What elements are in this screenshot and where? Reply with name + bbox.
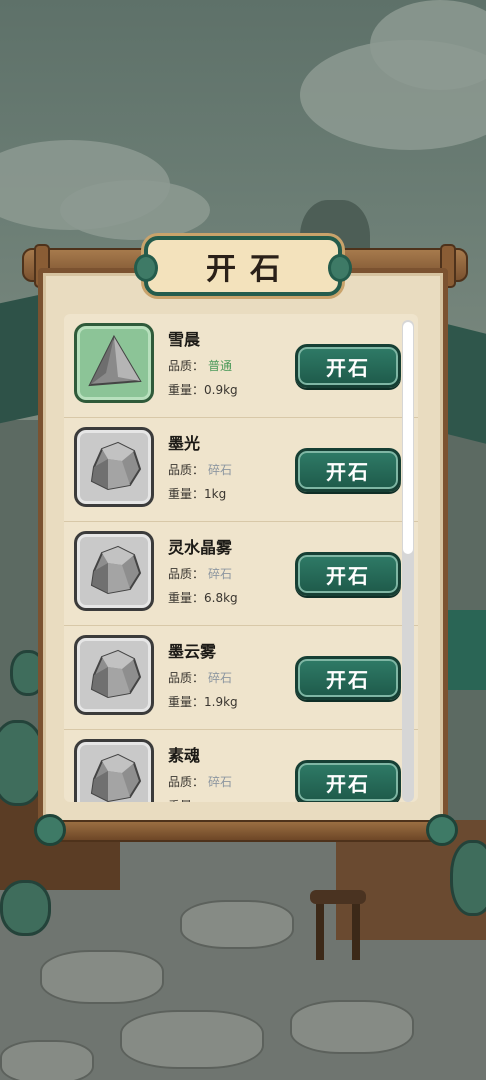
quality-value: 碎石 <box>208 671 233 685</box>
weight-label: 重量： <box>168 799 204 802</box>
stone-list[interactable]: 雪晨 品质： 普通 重量：0.9kg 开石 墨光 品质： 碎石 重量：1kg 开石 灵水晶雾 品质：碎… <box>64 314 418 802</box>
paving-stone <box>180 900 294 949</box>
quality-label: 品质： <box>168 463 205 477</box>
stone-name: 墨光 <box>168 434 201 453</box>
quality-value: 碎石 <box>208 463 233 477</box>
stone-row: 墨云雾 品质： 碎石 重量：1.9kg 开石 <box>64 626 418 730</box>
stone-quality: 品质： 普通 <box>168 357 232 374</box>
open-stone-button[interactable]: 开石 <box>295 448 401 492</box>
list-scrollbar[interactable] <box>402 320 414 802</box>
rock-icon <box>84 645 144 705</box>
weight-value: 1.9kg <box>204 695 238 709</box>
paving-stone <box>0 1040 94 1080</box>
weight-value: 0.9kg <box>204 383 238 397</box>
stone-row: 灵水晶雾 品质： 碎石 重量：6.8kg 开石 <box>64 522 418 626</box>
stone-weight: 重量：1.9kg <box>168 693 238 710</box>
scrollbar-thumb[interactable] <box>403 322 413 554</box>
stone-thumbnail[interactable] <box>74 427 154 507</box>
weight-label: 重量： <box>168 591 205 605</box>
quality-label: 品质： <box>168 671 205 685</box>
open-stone-button[interactable]: 开石 <box>295 656 401 700</box>
panel-title: 开石 <box>206 252 294 287</box>
scroll-rod-bottom <box>40 820 450 842</box>
stone-quality: 品质： 碎石 <box>168 669 232 686</box>
stone-name: 墨云雾 <box>168 642 217 661</box>
plaque-ornament-icon <box>134 254 158 282</box>
weight-label: 重量： <box>168 383 205 397</box>
rock-icon <box>84 749 144 802</box>
plaque-ornament-icon <box>328 254 352 282</box>
stone-name: 素魂 <box>168 746 201 765</box>
cloud <box>60 180 210 240</box>
weight-value: 6.8kg <box>204 591 238 605</box>
quality-value: 碎石 <box>208 775 233 789</box>
stone-thumbnail[interactable] <box>74 323 154 403</box>
quality-label: 品质： <box>168 359 205 373</box>
open-stone-button[interactable]: 开石 <box>295 552 401 596</box>
stone-row: 墨光 品质： 碎石 重量：1kg 开石 <box>64 418 418 522</box>
wooden-stool <box>310 890 366 960</box>
corner-curl-icon <box>426 814 458 846</box>
paving-stone <box>290 1000 414 1054</box>
quality-value: 普通 <box>208 359 233 373</box>
quality-value: 碎石 <box>208 567 233 581</box>
quality-label: 品质： <box>168 567 205 581</box>
stone-row: 素魂品质：碎石重量： 开石 <box>64 730 418 802</box>
stone-name: 灵水晶雾 <box>168 538 233 557</box>
open-stone-button[interactable]: 开石 <box>295 760 401 802</box>
jade-rock <box>450 840 486 916</box>
stone-weight: 重量：1kg <box>168 485 226 502</box>
stone-quality: 品质： 碎石 <box>168 773 232 790</box>
rock-icon <box>84 541 144 601</box>
weight-label: 重量： <box>168 695 205 709</box>
weight-label: 重量： <box>168 487 205 501</box>
stone-row: 雪晨 品质： 普通 重量：0.9kg 开石 <box>64 314 418 418</box>
stone-name: 雪晨 <box>168 330 201 349</box>
stone-thumbnail[interactable] <box>74 531 154 611</box>
title-plaque: 开石 <box>134 236 352 296</box>
paving-stone <box>120 1010 264 1069</box>
quality-label: 品质： <box>168 775 205 789</box>
rock-icon <box>84 437 144 497</box>
open-stone-button[interactable]: 开石 <box>295 344 401 388</box>
pyramid-rock-icon <box>84 333 144 393</box>
stone-quality: 品质： 碎石 <box>168 461 232 478</box>
stone-quality: 品质： 碎石 <box>168 565 232 582</box>
stone-weight: 重量：0.9kg <box>168 381 238 398</box>
weight-value: 1kg <box>204 487 227 501</box>
paving-stone <box>40 950 164 1004</box>
jade-rock <box>0 880 51 936</box>
stone-thumbnail[interactable] <box>74 739 154 802</box>
corner-curl-icon <box>34 814 66 846</box>
stone-weight: 重量：6.8kg <box>168 589 238 606</box>
stone-weight: 重量： <box>168 797 204 802</box>
stone-thumbnail[interactable] <box>74 635 154 715</box>
